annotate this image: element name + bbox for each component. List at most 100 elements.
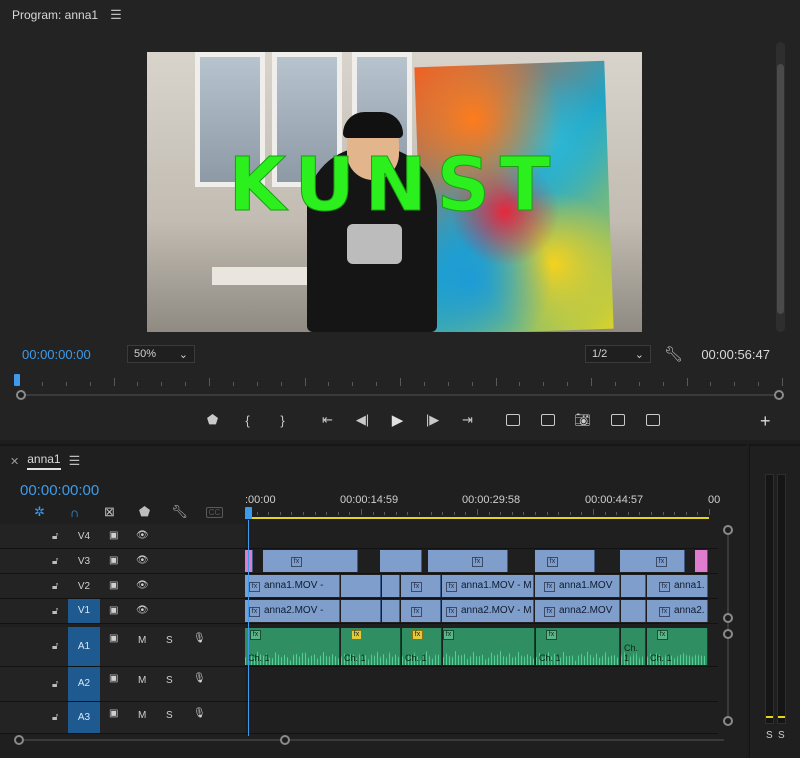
- v3-clip[interactable]: fx: [535, 550, 595, 572]
- v1-clip[interactable]: [341, 600, 381, 622]
- audio-clip[interactable]: fx Ch. 1: [402, 628, 442, 665]
- track-lane-v3[interactable]: fx fx fx fx: [245, 549, 718, 573]
- sync-lock-icon[interactable]: ▣: [109, 673, 118, 684]
- close-icon[interactable]: ✕: [10, 455, 19, 468]
- timeline-horizontal-scrollbar[interactable]: [14, 734, 734, 746]
- nest-icon[interactable]: ✲: [22, 504, 57, 520]
- sync-lock-icon[interactable]: ▣: [109, 530, 118, 541]
- audio-scroll-handle-bottom[interactable]: [723, 716, 733, 726]
- hamburger-icon[interactable]: ☰: [69, 453, 81, 469]
- track-name[interactable]: A1: [68, 627, 100, 666]
- timeline-playhead[interactable]: [245, 507, 252, 519]
- monitor-playhead[interactable]: [14, 374, 20, 386]
- timeline-ruler[interactable]: :00:00 00:00:14:59 00:00:29:58 00:00:44:…: [245, 490, 720, 520]
- solo-button[interactable]: S: [166, 675, 173, 686]
- v1-clip[interactable]: fx anna2.: [647, 600, 708, 622]
- eye-icon[interactable]: 👁︎: [136, 555, 149, 566]
- timeline-vertical-scrollbar[interactable]: [721, 525, 735, 735]
- track-lane-v1[interactable]: fx anna2.MOV - fx fx anna2.MOV - M fx anna2…: [245, 599, 718, 623]
- audio-scroll-handle-top[interactable]: [723, 629, 733, 639]
- lock-icon[interactable]: 🔓︎: [52, 679, 58, 690]
- solo-right-button[interactable]: S: [778, 730, 785, 741]
- solo-left-button[interactable]: S: [766, 730, 773, 741]
- comparison-view-button[interactable]: [605, 410, 630, 430]
- track-lane-a1[interactable]: fx Ch. 1 fx Ch. 1 fx Ch. 1 fx fx Ch. 1 Ch. 1…: [245, 627, 718, 666]
- sync-lock-icon[interactable]: ▣: [109, 605, 118, 616]
- v1-clip[interactable]: fx: [401, 600, 441, 622]
- track-name[interactable]: V3: [68, 556, 100, 567]
- marker-icon[interactable]: ⬟: [127, 504, 162, 520]
- v3-clip[interactable]: [245, 550, 253, 572]
- mic-icon[interactable]: 🎙︎: [193, 673, 206, 684]
- wrench-icon[interactable]: 🔧︎: [162, 504, 197, 520]
- add-marker-button[interactable]: ⬟: [200, 410, 225, 430]
- wrench-icon[interactable]: 🔧︎: [664, 345, 683, 363]
- track-name[interactable]: V4: [68, 531, 100, 542]
- play-button[interactable]: ▶: [385, 410, 410, 430]
- track-lane-v4[interactable]: [245, 524, 718, 548]
- lock-icon[interactable]: 🔓︎: [52, 712, 58, 723]
- mic-icon[interactable]: 🎙︎: [193, 633, 206, 644]
- step-back-button[interactable]: ◀|: [350, 410, 375, 430]
- v3-clip[interactable]: fx: [620, 550, 685, 572]
- timeline-zoom-handle-left[interactable]: [14, 735, 24, 745]
- solo-button[interactable]: S: [166, 635, 173, 646]
- monitor-time-ruler[interactable]: [18, 378, 783, 386]
- video-scroll-handle-bottom[interactable]: [723, 613, 733, 623]
- track-lane-a2[interactable]: [245, 667, 718, 701]
- mic-icon[interactable]: 🎙︎: [193, 708, 206, 719]
- zoom-handle-left[interactable]: [16, 390, 26, 400]
- sync-lock-icon[interactable]: ▣: [109, 580, 118, 591]
- track-name[interactable]: A2: [68, 667, 100, 701]
- playback-resolution-dropdown[interactable]: 1/2 ⌄: [585, 345, 651, 363]
- audio-clip[interactable]: Ch. 1: [621, 628, 646, 665]
- v3-clip[interactable]: [695, 550, 708, 572]
- v2-clip[interactable]: fx: [401, 575, 441, 597]
- audio-clip[interactable]: fx Ch. 1: [536, 628, 620, 665]
- track-name[interactable]: A3: [68, 702, 100, 733]
- video-frame[interactable]: KUNST: [147, 52, 642, 332]
- v1-clip[interactable]: fx anna2.MOV -: [245, 600, 340, 622]
- mute-button[interactable]: M: [138, 675, 146, 686]
- scrollbar-thumb[interactable]: [777, 64, 784, 314]
- eye-icon[interactable]: 👁︎: [136, 530, 149, 541]
- lock-icon[interactable]: 🔓︎: [52, 556, 58, 567]
- step-forward-button[interactable]: |▶: [420, 410, 445, 430]
- sequence-tab[interactable]: anna1: [27, 452, 61, 470]
- track-lane-a3[interactable]: [245, 702, 718, 733]
- playhead-timecode[interactable]: 00:00:00:00: [22, 347, 91, 362]
- audio-clip[interactable]: fx Ch. 1: [341, 628, 401, 665]
- v2-clip[interactable]: fx anna1.MOV - M: [442, 575, 534, 597]
- solo-button[interactable]: S: [166, 710, 173, 721]
- work-area-bar[interactable]: [245, 517, 709, 519]
- sync-lock-icon[interactable]: ▣: [109, 555, 118, 566]
- v2-clip[interactable]: fx anna1.MOV: [535, 575, 620, 597]
- track-lane-v2[interactable]: fx anna1.MOV - fx fx anna1.MOV - M fx anna1…: [245, 574, 718, 598]
- go-to-out-button[interactable]: ⇥: [455, 410, 480, 430]
- v2-clip[interactable]: [382, 575, 400, 597]
- sync-lock-icon[interactable]: ▣: [109, 708, 118, 719]
- lock-icon[interactable]: 🔓︎: [52, 641, 58, 652]
- mark-out-button[interactable]: }: [270, 410, 295, 430]
- hamburger-icon[interactable]: ☰: [110, 7, 122, 23]
- lock-icon[interactable]: 🔓︎: [52, 606, 58, 617]
- export-frame-button[interactable]: 📷︎: [570, 410, 595, 430]
- eye-icon[interactable]: 👁︎: [136, 605, 149, 616]
- v1-clip[interactable]: fx anna2.MOV: [535, 600, 620, 622]
- v3-clip[interactable]: fx: [428, 550, 508, 572]
- zoom-level-dropdown[interactable]: 50% ⌄: [127, 345, 195, 363]
- v2-clip[interactable]: [341, 575, 381, 597]
- track-name[interactable]: V2: [68, 581, 100, 592]
- v3-clip[interactable]: fx: [263, 550, 358, 572]
- lift-button[interactable]: [500, 410, 525, 430]
- mark-in-button[interactable]: {: [235, 410, 260, 430]
- zoom-handle-right[interactable]: [774, 390, 784, 400]
- lock-icon[interactable]: 🔓︎: [52, 581, 58, 592]
- v2-clip[interactable]: fx anna1.MOV -: [245, 575, 340, 597]
- monitor-vertical-scrollbar[interactable]: [776, 42, 785, 332]
- snap-icon[interactable]: ∩: [57, 505, 92, 520]
- sync-lock-icon[interactable]: ▣: [109, 633, 118, 644]
- timeline-timecode[interactable]: 00:00:00:00: [20, 482, 99, 499]
- captions-icon[interactable]: CC: [197, 506, 232, 518]
- extract-button[interactable]: [535, 410, 560, 430]
